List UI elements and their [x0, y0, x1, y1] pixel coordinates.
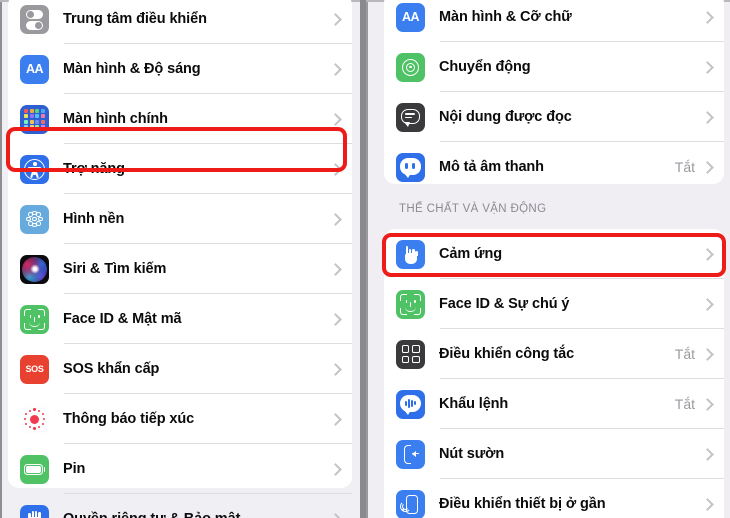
accessibility-row-label: Điều khiển công tắc [439, 346, 575, 362]
accessibility-row-label: Nút sườn [439, 446, 505, 462]
chevron-right-icon [331, 12, 340, 27]
right-panel-frame-edge [366, 0, 368, 518]
chevron-right-icon [331, 462, 340, 477]
exposure-notifications-icon [20, 404, 49, 434]
chevron-right-icon [331, 162, 340, 177]
accessibility-row-nearby-device-control[interactable]: Điều khiển thiết bị ở gần [384, 479, 724, 518]
chevron-right-icon [703, 247, 712, 262]
chevron-right-icon [703, 160, 712, 175]
left-settings-card: Trung tâm điều khiển AA Màn hình & Độ sá… [8, 0, 352, 518]
accessibility-row-voice-control[interactable]: Khẩu lệnh Tắt [384, 379, 724, 429]
settings-row-display-brightness[interactable]: AA Màn hình & Độ sáng [8, 44, 352, 94]
accessibility-row-value: Tắt [674, 159, 695, 175]
chevron-right-icon [703, 497, 712, 512]
chevron-right-icon [331, 362, 340, 377]
settings-row-label: Hình nền [63, 211, 125, 227]
home-screen-icon [20, 104, 49, 134]
privacy-security-icon [20, 504, 49, 518]
display-brightness-icon: AA [20, 54, 49, 84]
wallpaper-icon [20, 204, 49, 234]
accessibility-row-value: Tắt [674, 396, 695, 412]
chevron-right-icon [703, 110, 712, 125]
right-accessibility-panel: AA Màn hình & Cỡ chữ Chuyển động Nội dun… [366, 0, 730, 518]
motion-icon [396, 52, 425, 82]
chevron-right-icon [331, 262, 340, 277]
settings-row-label: Trung tâm điều khiển [63, 11, 207, 27]
control-center-icon [20, 4, 49, 34]
screenshot-root: Trung tâm điều khiển AA Màn hình & Độ sá… [0, 0, 730, 518]
chevron-right-icon [331, 512, 340, 518]
accessibility-row-label: Nội dung được đọc [439, 109, 572, 125]
settings-row-control-center[interactable]: Trung tâm điều khiển [8, 0, 352, 44]
chevron-right-icon [703, 447, 712, 462]
chevron-right-icon [703, 347, 712, 362]
display-text-size-icon: AA [396, 2, 425, 32]
accessibility-row-label: Điều khiển thiết bị ở gần [439, 496, 606, 512]
accessibility-row-label: Face ID & Sự chú ý [439, 296, 570, 312]
chevron-right-icon [331, 412, 340, 427]
accessibility-icon [20, 154, 49, 184]
left-panel-frame-edge [0, 0, 2, 518]
chevron-right-icon [703, 397, 712, 412]
accessibility-row-audio-descriptions[interactable]: Mô tả âm thanh Tắt [384, 142, 724, 192]
switch-control-icon [396, 339, 425, 369]
settings-row-label: Trợ năng [63, 161, 125, 177]
accessibility-row-switch-control[interactable]: Điều khiển công tắc Tắt [384, 329, 724, 379]
settings-row-label: Siri & Tìm kiếm [63, 261, 167, 277]
accessibility-row-label: Mô tả âm thanh [439, 159, 544, 175]
settings-row-label: Face ID & Mật mã [63, 311, 182, 327]
accessibility-row-touch[interactable]: Cảm ứng [384, 229, 724, 279]
left-settings-panel: Trung tâm điều khiển AA Màn hình & Độ sá… [0, 0, 360, 518]
chevron-right-icon [331, 112, 340, 127]
siri-search-icon [20, 254, 49, 284]
settings-row-label: Thông báo tiếp xúc [63, 411, 195, 427]
section-header-physical-motor: THỂ CHẤT VÀ VẬN ĐỘNG [399, 203, 547, 215]
emergency-sos-icon: SOS [20, 354, 49, 384]
chevron-right-icon [331, 62, 340, 77]
settings-row-label: Pin [63, 461, 86, 477]
settings-row-label: Màn hình chính [63, 111, 168, 127]
accessibility-row-label: Chuyển động [439, 59, 531, 75]
nearby-device-control-icon [396, 489, 425, 518]
chevron-right-icon [703, 10, 712, 25]
accessibility-row-label: Khẩu lệnh [439, 396, 509, 412]
settings-row-accessibility[interactable]: Trợ năng [8, 144, 352, 194]
settings-row-wallpaper[interactable]: Hình nền [8, 194, 352, 244]
chevron-right-icon [331, 212, 340, 227]
settings-row-label: Quyền riêng tư & Bảo mật [63, 511, 240, 518]
settings-row-siri-search[interactable]: Siri & Tìm kiếm [8, 244, 352, 294]
accessibility-group-two-card: Cảm ứng Face ID & Sự chú ý Điều khiển cô… [384, 229, 724, 518]
chevron-right-icon [703, 60, 712, 75]
panel-divider [360, 0, 366, 518]
accessibility-row-display-text-size[interactable]: AA Màn hình & Cỡ chữ [384, 0, 724, 42]
settings-row-label: Màn hình & Độ sáng [63, 61, 201, 77]
audio-descriptions-icon [396, 152, 425, 182]
accessibility-row-motion[interactable]: Chuyển động [384, 42, 724, 92]
chevron-right-icon [331, 312, 340, 327]
settings-row-label: SOS khẩn cấp [63, 361, 160, 377]
spoken-content-icon [396, 102, 425, 132]
accessibility-row-side-button[interactable]: Nút sườn [384, 429, 724, 479]
settings-row-privacy-security[interactable]: Quyền riêng tư & Bảo mật [8, 494, 352, 518]
settings-row-battery[interactable]: Pin [8, 444, 352, 494]
face-id-icon [20, 304, 49, 334]
accessibility-row-spoken-content[interactable]: Nội dung được đọc [384, 92, 724, 142]
accessibility-row-face-id-attention[interactable]: Face ID & Sự chú ý [384, 279, 724, 329]
accessibility-row-label: Cảm ứng [439, 246, 502, 262]
side-button-icon [396, 439, 425, 469]
settings-row-home-screen[interactable]: Màn hình chính [8, 94, 352, 144]
face-id-attention-icon [396, 289, 425, 319]
touch-icon [396, 239, 425, 269]
settings-row-face-id-passcode[interactable]: Face ID & Mật mã [8, 294, 352, 344]
voice-control-icon [396, 389, 425, 419]
battery-icon [20, 454, 49, 484]
accessibility-group-one-card: AA Màn hình & Cỡ chữ Chuyển động Nội dun… [384, 0, 724, 184]
settings-row-exposure-notifications[interactable]: Thông báo tiếp xúc [8, 394, 352, 444]
accessibility-row-value: Tắt [674, 346, 695, 362]
accessibility-row-label: Màn hình & Cỡ chữ [439, 9, 572, 25]
chevron-right-icon [703, 297, 712, 312]
settings-row-emergency-sos[interactable]: SOS SOS khẩn cấp [8, 344, 352, 394]
